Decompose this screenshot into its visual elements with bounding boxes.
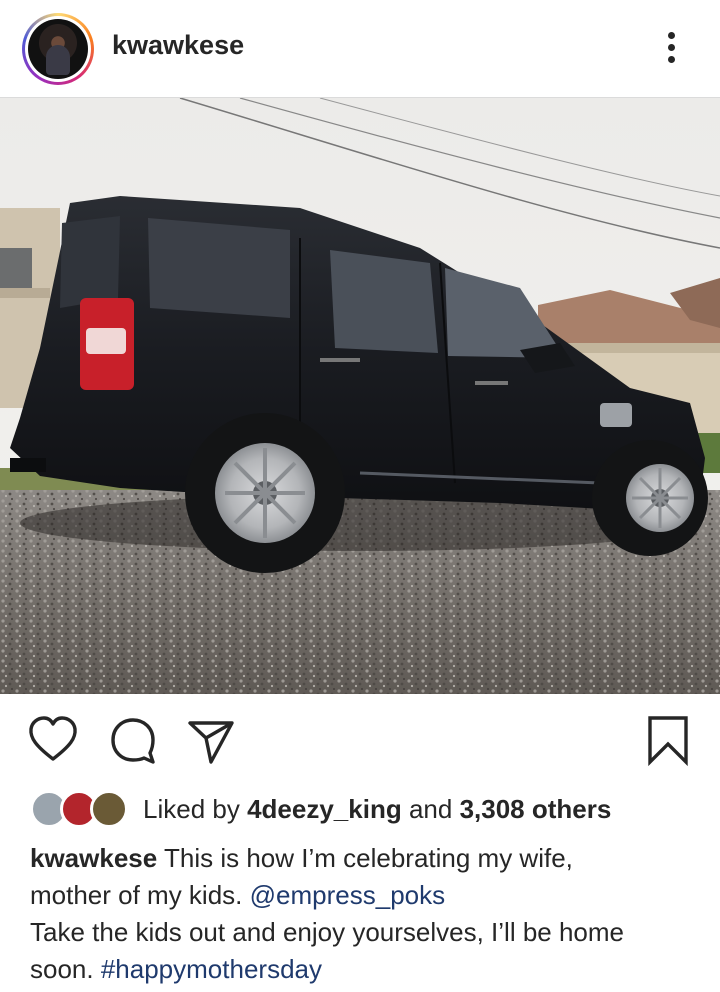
avatar[interactable] <box>22 13 94 85</box>
avatar-image <box>28 19 88 79</box>
liked-by-prefix: Liked by <box>143 794 240 824</box>
liked-others-count[interactable]: 3,308 others <box>460 794 612 824</box>
caption-text-line2: mother of my kids. <box>30 880 243 910</box>
post-caption: kwawkese This is how I’m celebrating my … <box>30 840 690 988</box>
bookmark-icon[interactable] <box>641 714 695 768</box>
liker-avatars[interactable] <box>30 790 130 830</box>
caption-hashtag[interactable]: #happymothersday <box>101 954 322 984</box>
comment-icon[interactable] <box>106 714 160 768</box>
liker-avatar <box>90 790 128 828</box>
heart-icon[interactable] <box>26 714 80 768</box>
avatar-border <box>25 16 91 82</box>
liked-and: and <box>408 794 453 824</box>
caption-text-line1: This is how I’m celebrating my wife, <box>163 843 573 873</box>
likes-row: Liked by 4deezy_king and 3,308 others <box>0 786 720 830</box>
liked-by-user[interactable]: 4deezy_king <box>247 794 402 824</box>
post-header: kwawkese <box>0 0 720 98</box>
post-username[interactable]: kwawkese <box>112 30 244 61</box>
caption-mention[interactable]: @empress_poks <box>250 880 445 910</box>
caption-text-line3: Take the kids out and enjoy yourselves, … <box>30 917 625 947</box>
caption-username[interactable]: kwawkese <box>30 843 157 873</box>
post-photo[interactable] <box>0 98 720 694</box>
post-photo-graphic <box>0 98 720 694</box>
action-bar <box>0 696 720 786</box>
more-vertical-icon[interactable] <box>656 26 686 70</box>
likes-summary[interactable]: Liked by 4deezy_king and 3,308 others <box>143 794 611 825</box>
caption-text-line4: soon. <box>30 954 94 984</box>
send-icon[interactable] <box>184 714 238 768</box>
